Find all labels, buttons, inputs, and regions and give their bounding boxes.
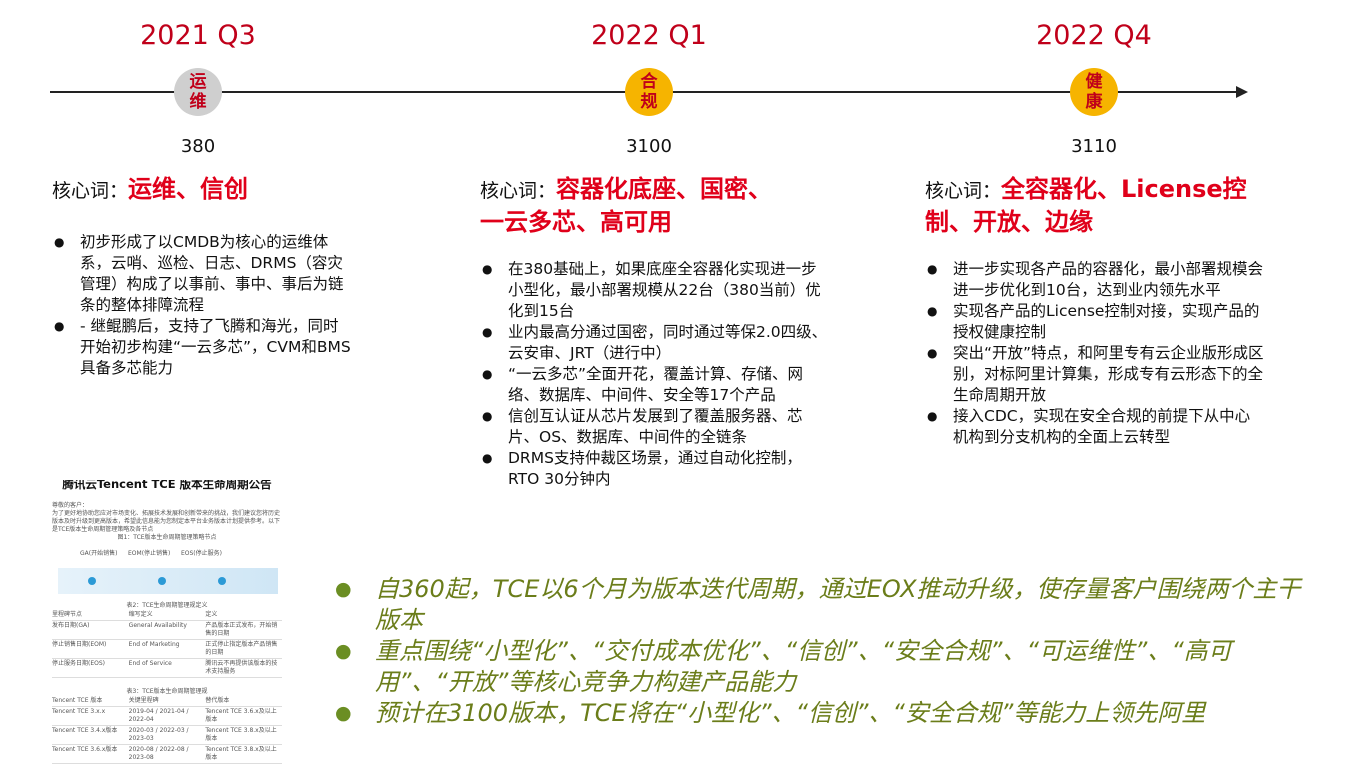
version-number: 3110 bbox=[1071, 136, 1117, 157]
list-item: 突出“开放”特点，和阿里专有云企业版形成区别，对标阿里计算集，形成专有云形态下的… bbox=[925, 343, 1265, 406]
table-row: 停止销售日期(EOM) End of Marketing 正式停止指定版本产品销售的… bbox=[52, 640, 282, 659]
list-item: 实现各产品的License控制对接，实现产品的授权健康控制 bbox=[925, 301, 1265, 343]
bullet-list: 进一步实现各产品的容器化，最小部署规模会进一步优化到10台，达到业内领先水平 实… bbox=[925, 259, 1265, 448]
core-keywords: 核心词：容器化底座、国密、 一云多芯、高可用 bbox=[480, 175, 773, 236]
timeline-node: 合规 bbox=[625, 68, 673, 116]
notice-stage-labels: GA(开始销售) EOM(停止销售) EOS(停止服务) bbox=[52, 542, 282, 558]
quarter-label: 2021 Q3 bbox=[140, 20, 256, 51]
notice-paragraph: 为了更好地协助您应对市场变化、拓展技术发展和创新带来的挑战，我们建议您将历史版本… bbox=[52, 510, 281, 533]
keyword-highlight: 容器化底座、国密、 bbox=[556, 175, 773, 203]
version-number: 3100 bbox=[626, 136, 672, 157]
stage-label: GA(开始销售) bbox=[80, 550, 118, 557]
list-item: 接入CDC，实现在安全合规的前提下从中心机构到分支机构的全面上云转型 bbox=[925, 406, 1265, 448]
keyword-highlight: 运维、信创 bbox=[128, 175, 249, 203]
node-char: 运 bbox=[189, 72, 207, 92]
node-char: 健 bbox=[1085, 72, 1103, 92]
table-row: 发布日期(GA) General Availability 产品版本正式发布，开始销… bbox=[52, 621, 282, 640]
list-item: - 继鲲鹏后，支持了飞腾和海光，同时开始初步构建“一云多芯”，CVM和BMS具备… bbox=[52, 316, 352, 379]
core-keywords: 核心词：运维、信创 bbox=[52, 175, 249, 203]
lifecycle-bar bbox=[58, 568, 278, 594]
notice-table-title: 表3：TCE版本生命周期管理规 bbox=[126, 688, 208, 695]
keyword-highlight: 全容器化、License控 bbox=[1001, 175, 1247, 203]
summary-item: 自360起，TCE以6个月为版本迭代周期，通过EOX推动升级，使存量客户围绕两个… bbox=[335, 574, 1315, 636]
node-char: 维 bbox=[189, 92, 207, 112]
core-keywords: 核心词：全容器化、License控 制、开放、边缘 bbox=[925, 175, 1247, 236]
quarter-label: 2022 Q4 bbox=[1036, 20, 1152, 51]
table-row: Tencent TCE 3.6.x版本 2020-08 / 2022-08 / 2… bbox=[52, 745, 282, 764]
list-item: “一云多芯”全面开花，覆盖计算、存储、网络、数据库、中间件、安全等17个产品 bbox=[480, 364, 830, 406]
keyword-highlight: 一云多芯、高可用 bbox=[480, 208, 672, 236]
bullet-list: 在380基础上，如果底座全容器化实现进一步小型化，最小部署规模从22台（380当… bbox=[480, 259, 830, 490]
stage-label: EOM(停止销售) bbox=[128, 550, 171, 557]
notice-table-title: 表2：TCE生命周期管理规定义 bbox=[126, 602, 208, 609]
timeline-node: 健康 bbox=[1070, 68, 1118, 116]
bullet-list: 初步形成了以CMDB为核心的运维体系，云哨、巡检、日志、DRMS（容灾管理）构成… bbox=[52, 232, 352, 379]
table-row: Tencent TCE 3.x.x 2019-04 / 2021-04 / 202… bbox=[52, 707, 282, 726]
list-item: 进一步实现各产品的容器化，最小部署规模会进一步优化到10台，达到业内领先水平 bbox=[925, 259, 1265, 301]
timeline-node: 运维 bbox=[174, 68, 222, 116]
notice-figure-caption: 图1：TCE版本生命周期管理策略节点 bbox=[117, 534, 217, 541]
version-number: 380 bbox=[180, 136, 216, 157]
summary-list: 自360起，TCE以6个月为版本迭代周期，通过EOX推动升级，使存量客户围绕两个… bbox=[335, 574, 1315, 729]
table-row: Tencent TCE 版本 关键里程碑 替代版本 bbox=[52, 696, 282, 707]
stage-label: EOS(停止服务) bbox=[180, 550, 222, 557]
stage-dot-icon bbox=[88, 577, 96, 585]
keyword-highlight: 制、开放、边缘 bbox=[925, 208, 1093, 236]
list-item: 业内最高分通过国密，同时通过等保2.0四级、云安审、JRT（进行中） bbox=[480, 322, 830, 364]
list-item: 信创互认证从芯片发展到了覆盖服务器、芯片、OS、数据库、中间件的全链条 bbox=[480, 406, 830, 448]
notice-intro: 尊敬的客户： bbox=[52, 502, 89, 509]
list-item: 在380基础上，如果底座全容器化实现进一步小型化，最小部署规模从22台（380当… bbox=[480, 259, 830, 322]
table-row: 里程碑节点 缩写定义 定义 bbox=[52, 610, 282, 621]
table-row: 停止服务日期(EOS) End of Service 腾讯云不再提供该版本的技术支持… bbox=[52, 659, 282, 678]
timeline-arrow-icon bbox=[1236, 86, 1248, 98]
summary-item: 预计在3100版本，TCE将在“小型化”、“信创”、“安全合规”等能力上领先阿里 bbox=[335, 698, 1315, 729]
list-item: DRMS支持仲裁区场景，通过自动化控制，RTO 30分钟内 bbox=[480, 448, 830, 490]
summary-item: 重点围绕“小型化”、“交付成本优化”、“信创”、“安全合规”、“可运维性”、“高… bbox=[335, 636, 1315, 698]
table-row: Tencent TCE 3.4.x版本 2020-03 / 2022-03 / 2… bbox=[52, 726, 282, 745]
list-item: 初步形成了以CMDB为核心的运维体系，云哨、巡检、日志、DRMS（容灾管理）构成… bbox=[52, 232, 352, 316]
node-char: 康 bbox=[1085, 92, 1103, 112]
stage-dot-icon bbox=[218, 577, 226, 585]
notice-title: 腾讯云Tencent TCE 版本生命周期公告 bbox=[62, 480, 272, 491]
stage-dot-icon bbox=[158, 577, 166, 585]
node-char: 合 bbox=[640, 72, 658, 92]
node-char: 规 bbox=[640, 92, 658, 112]
quarter-label: 2022 Q1 bbox=[591, 20, 707, 51]
lifecycle-notice-document: 腾讯云Tencent TCE 版本生命周期公告 尊敬的客户： 为了更好地协助您应… bbox=[52, 480, 282, 765]
